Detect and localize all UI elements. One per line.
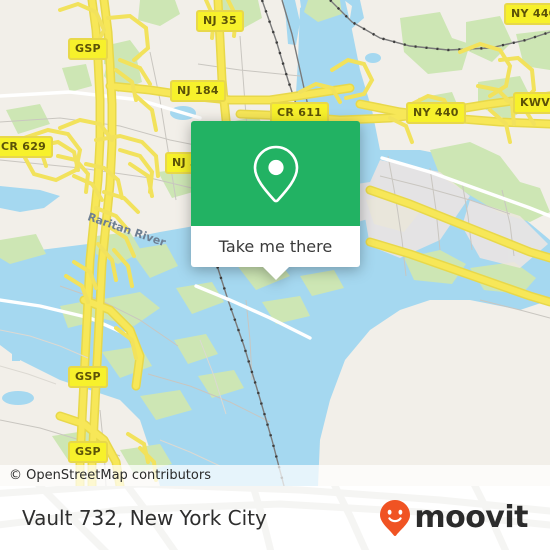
- map-pin-icon: [253, 145, 298, 202]
- road-shield-gsp-bottom: GSP: [68, 441, 108, 463]
- road-shield-gsp-top: GSP: [68, 38, 108, 60]
- map-canvas[interactable]: NJ 35 GSP NJ 184 CR 611 NY 440 KWVP NY 4…: [0, 0, 550, 486]
- road-shield-ny440-top: NY 440: [504, 3, 550, 25]
- road-shield-ny440-mid: NY 440: [406, 102, 466, 124]
- take-me-there-label: Take me there: [218, 237, 333, 256]
- callout-action-area[interactable]: Take me there: [191, 226, 360, 280]
- moovit-map-screenshot: NJ 35 GSP NJ 184 CR 611 NY 440 KWVP NY 4…: [0, 0, 550, 550]
- location-callout-card[interactable]: Take me there: [191, 121, 360, 280]
- road-shield-nj184: NJ 184: [170, 80, 226, 102]
- place-title: Vault 732, New York City: [22, 506, 267, 530]
- moovit-pin-smiley-icon: [380, 500, 411, 536]
- footer-bar: Vault 732, New York City moovit: [0, 486, 550, 550]
- road-shield-nj35: NJ 35: [196, 10, 244, 32]
- osm-attribution[interactable]: © OpenStreetMap contributors: [0, 465, 550, 486]
- road-shield-cr629: CR 629: [0, 136, 54, 158]
- moovit-logo[interactable]: moovit: [379, 499, 528, 537]
- road-shield-kwvp: KWVP: [513, 92, 550, 114]
- moovit-wordmark: moovit: [414, 500, 528, 535]
- road-shield-gsp-mid: GSP: [68, 366, 108, 388]
- callout-icon-area: [191, 121, 360, 226]
- callout-pointer: [262, 267, 289, 280]
